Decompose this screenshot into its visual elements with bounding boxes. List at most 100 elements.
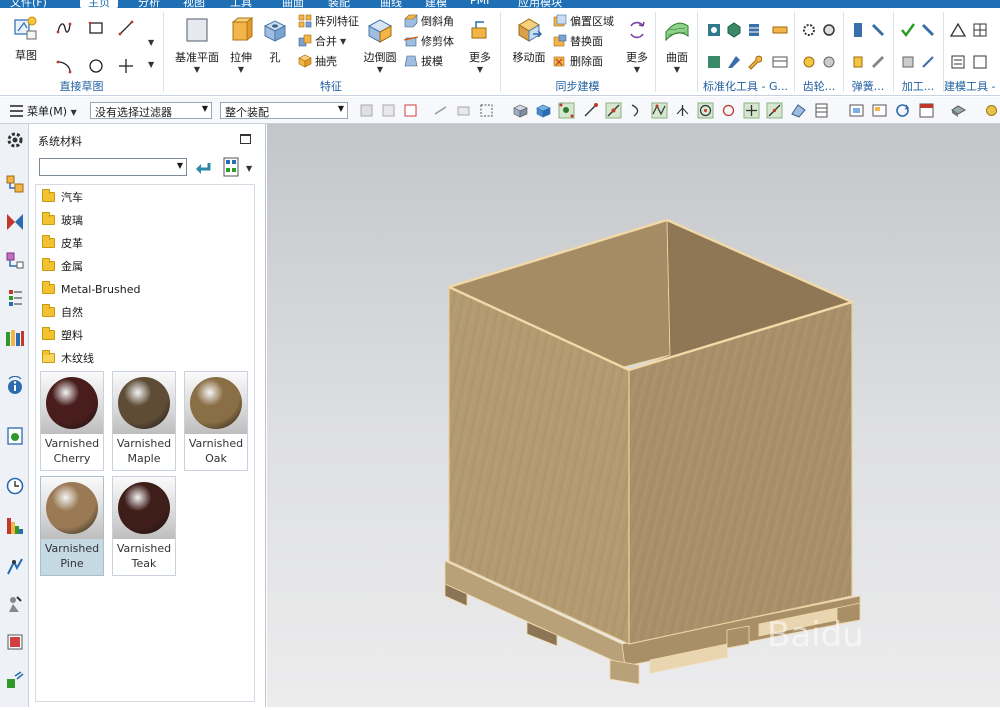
chevron-down-icon[interactable]: ▼ bbox=[148, 60, 154, 69]
part-navigator-icon[interactable] bbox=[5, 250, 25, 270]
arc-center-icon[interactable] bbox=[697, 102, 714, 119]
history-icon[interactable] bbox=[5, 288, 25, 308]
fastener-icon[interactable] bbox=[726, 22, 742, 38]
datum-plane-button[interactable]: 基准平面 ▼ bbox=[172, 16, 222, 74]
sync-more-button[interactable]: 更多 ▼ bbox=[621, 16, 653, 74]
pattern-feature-button[interactable]: 阵列特征 bbox=[298, 12, 359, 30]
tool-icon[interactable] bbox=[920, 22, 936, 38]
folder-metal[interactable]: 金属 bbox=[42, 257, 83, 275]
select-edge-icon[interactable] bbox=[432, 102, 449, 119]
ruler-icon[interactable] bbox=[772, 22, 788, 38]
material-varnished-maple[interactable]: Varnished Maple bbox=[112, 371, 176, 471]
crate-box[interactable] bbox=[448, 218, 856, 645]
part-library-icon[interactable] bbox=[706, 54, 722, 70]
check-icon[interactable] bbox=[900, 22, 916, 38]
material-varnished-oak[interactable]: Varnished Oak bbox=[184, 371, 248, 471]
line-icon[interactable] bbox=[118, 20, 134, 36]
drill-icon[interactable] bbox=[920, 54, 936, 70]
folder-automotive[interactable]: 汽车 bbox=[42, 188, 83, 206]
material-varnished-cherry[interactable]: Varnished Cherry bbox=[40, 371, 104, 471]
selection-scope-dropdown[interactable]: 整个装配 ▼ bbox=[220, 102, 348, 119]
move-face-button[interactable]: 移动面 bbox=[509, 16, 549, 65]
menu-button[interactable]: 菜单(M) ▼ bbox=[27, 103, 77, 119]
cube-icon[interactable] bbox=[512, 102, 529, 119]
snap-points-icon[interactable] bbox=[558, 102, 575, 119]
perpendicular-icon[interactable] bbox=[674, 102, 691, 119]
folder-glass[interactable]: 玻璃 bbox=[42, 211, 83, 229]
chamfer-button[interactable]: 倒斜角 bbox=[404, 12, 454, 30]
tab-pmi[interactable]: PMI bbox=[470, 0, 489, 8]
bolt-icon[interactable] bbox=[726, 54, 742, 70]
block-icon[interactable] bbox=[900, 54, 916, 70]
delete-face-button[interactable]: 删除面 bbox=[553, 52, 603, 70]
system-materials-icon[interactable] bbox=[5, 632, 25, 652]
spring-icon[interactable] bbox=[870, 54, 886, 70]
replace-face-button[interactable]: 替换面 bbox=[553, 32, 603, 50]
folder-leather[interactable]: 皮革 bbox=[42, 234, 83, 252]
folder-wood-grain[interactable]: 木纹线 bbox=[42, 349, 94, 367]
material-varnished-teak[interactable]: Varnished Teak bbox=[112, 476, 176, 576]
reuse-library-icon[interactable] bbox=[5, 328, 25, 348]
tab-tools[interactable]: 工具 bbox=[230, 0, 252, 8]
fit-view-icon[interactable] bbox=[848, 102, 865, 119]
system-scene-icon[interactable] bbox=[5, 594, 25, 614]
tab-modeling[interactable]: 建模 bbox=[425, 0, 447, 8]
gear-icon[interactable] bbox=[5, 130, 25, 150]
constraint-navigator-icon[interactable] bbox=[5, 212, 25, 232]
zoom-icon[interactable] bbox=[871, 102, 888, 119]
history-clock-icon[interactable] bbox=[5, 476, 25, 496]
rectangle-icon[interactable] bbox=[88, 20, 104, 36]
crate-model[interactable]: Baidu bbox=[267, 124, 1000, 707]
view-mode-icon[interactable] bbox=[223, 157, 239, 177]
folder-plastic[interactable]: 塑料 bbox=[42, 326, 83, 344]
selection-filter-dropdown[interactable]: 没有选择过滤器 ▼ bbox=[90, 102, 212, 119]
document-icon[interactable] bbox=[950, 54, 966, 70]
graphics-viewport[interactable]: Baidu bbox=[267, 124, 1000, 707]
spring-icon[interactable] bbox=[870, 22, 886, 38]
point-on-face-icon[interactable] bbox=[790, 102, 807, 119]
chevron-down-icon[interactable]: ▼ bbox=[246, 164, 252, 173]
endpoint-icon[interactable] bbox=[582, 102, 599, 119]
tab-applications[interactable]: 应用模块 bbox=[518, 0, 562, 8]
circle-icon[interactable] bbox=[88, 58, 104, 74]
light-icon[interactable] bbox=[983, 102, 1000, 119]
maximize-icon[interactable] bbox=[240, 134, 251, 144]
palette-icon[interactable] bbox=[5, 516, 25, 536]
control-point-icon[interactable] bbox=[628, 102, 645, 119]
gear-icon[interactable] bbox=[801, 22, 817, 38]
extrude-button[interactable]: 拉伸 ▼ bbox=[222, 16, 260, 74]
tab-home[interactable]: 主页 bbox=[80, 0, 118, 8]
existing-point-icon[interactable] bbox=[743, 102, 760, 119]
point-icon[interactable] bbox=[118, 58, 134, 74]
rectangle-select-icon[interactable] bbox=[478, 102, 495, 119]
rotate-icon[interactable] bbox=[894, 102, 911, 119]
arc-icon[interactable] bbox=[56, 58, 72, 74]
tab-view[interactable]: 视图 bbox=[183, 0, 205, 8]
folder-nature[interactable]: 自然 bbox=[42, 303, 83, 321]
sketch-button[interactable]: 草图 bbox=[6, 14, 46, 63]
intersection-icon[interactable] bbox=[651, 102, 668, 119]
tab-file[interactable]: 文件(F) bbox=[10, 0, 47, 8]
select-feature-icon[interactable] bbox=[402, 102, 419, 119]
shell-button[interactable]: 抽壳 bbox=[298, 52, 337, 70]
surface-button[interactable]: 曲面 ▼ bbox=[660, 16, 694, 74]
gear-icon[interactable] bbox=[821, 22, 837, 38]
trim-body-button[interactable]: 修剪体 bbox=[404, 32, 454, 50]
tab-surface[interactable]: 曲面 bbox=[282, 0, 304, 8]
spring-icon[interactable] bbox=[850, 54, 866, 70]
select-face-icon[interactable] bbox=[380, 102, 397, 119]
quadrant-icon[interactable] bbox=[720, 102, 737, 119]
stack-icon[interactable] bbox=[746, 22, 762, 38]
tab-analysis[interactable]: 分析 bbox=[138, 0, 160, 8]
grid-icon[interactable] bbox=[972, 54, 988, 70]
folder-metal-brushed[interactable]: Metal-Brushed bbox=[42, 280, 140, 298]
unite-button[interactable]: 合并 ▼ bbox=[298, 32, 346, 50]
menu-icon[interactable] bbox=[8, 102, 25, 119]
triangle-icon[interactable] bbox=[950, 22, 966, 38]
gear-icon[interactable] bbox=[821, 54, 837, 70]
view-orientation-icon[interactable] bbox=[918, 102, 935, 119]
spring-icon[interactable] bbox=[850, 22, 866, 38]
offset-region-button[interactable]: 偏置区域 bbox=[553, 12, 614, 30]
chevron-down-icon[interactable]: ▼ bbox=[148, 38, 154, 47]
tab-assembly[interactable]: 装配 bbox=[328, 0, 350, 8]
